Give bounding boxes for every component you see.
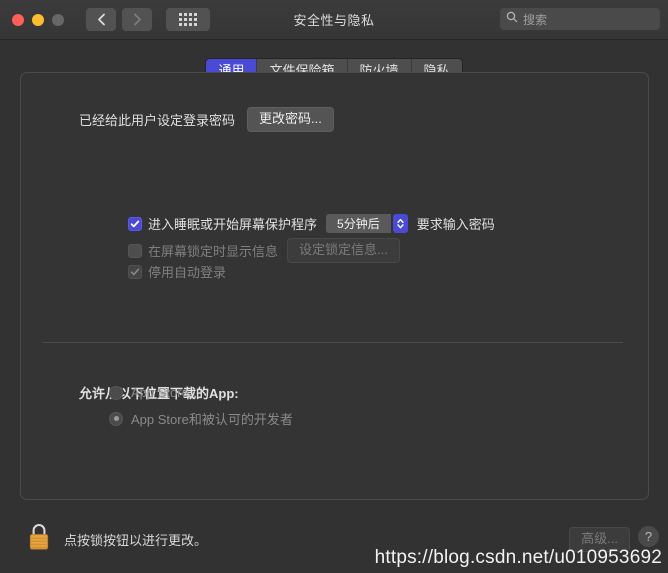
require-password-prefix-label: 进入睡眠或开始屏幕保护程序 (148, 217, 318, 232)
advanced-button[interactable]: 高级... (569, 527, 630, 552)
help-button[interactable]: ? (638, 526, 659, 547)
general-settings-panel: 已经给此用户设定登录密码 更改密码... 进入睡眠或开始屏幕保护程序 5分钟后 … (20, 72, 649, 500)
radio-app-store-label: App Store (131, 385, 189, 400)
radio-selected-dot (113, 416, 119, 421)
disable-auto-login-row: 停用自动登录 (128, 262, 235, 281)
search-input[interactable]: 搜索 (500, 8, 660, 30)
minimize-button[interactable] (32, 13, 44, 26)
chevron-right-icon (133, 13, 142, 26)
radio-app-store[interactable] (109, 385, 123, 400)
require-password-checkbox[interactable] (128, 216, 142, 231)
disable-auto-login-checkbox[interactable] (128, 264, 142, 279)
navigation-button-group (86, 8, 152, 31)
login-password-row: 已经给此用户设定登录密码 更改密码... (79, 107, 334, 132)
lock-message-checkbox[interactable] (128, 243, 142, 258)
forward-button[interactable] (122, 8, 152, 31)
search-placeholder: 搜索 (523, 12, 548, 27)
section-divider (43, 342, 623, 343)
password-delay-dropdown[interactable]: 5分钟后 (326, 214, 408, 233)
require-password-suffix-label: 要求输入密码 (416, 217, 495, 232)
require-password-row: 进入睡眠或开始屏幕保护程序 5分钟后 要求输入密码 (128, 214, 504, 233)
lock-message-label: 在屏幕锁定时显示信息 (148, 244, 279, 259)
password-status-label: 已经给此用户设定登录密码 (79, 113, 236, 128)
download-option-identified-developers-row[interactable]: App Store和被认可的开发者 (109, 409, 293, 428)
back-button[interactable] (86, 8, 116, 31)
download-option-app-store-row[interactable]: App Store (109, 385, 189, 400)
footer-bar: 点按锁按钮以进行更改。 高级... ? https://blog.csdn.ne… (0, 508, 668, 573)
set-lock-message-button[interactable]: 设定锁定信息... (287, 238, 400, 263)
radio-app-store-and-identified-developers[interactable] (109, 411, 123, 426)
close-button[interactable] (12, 13, 24, 26)
search-icon (506, 10, 518, 28)
traffic-light-group (12, 13, 64, 26)
system-preferences-window: 安全性与隐私 搜索 通用 文件保险箱 防火墙 隐私 已经给此用户设定登录密码 更… (0, 0, 668, 573)
password-delay-value: 5分钟后 (326, 214, 391, 233)
zoom-button[interactable] (52, 13, 64, 26)
disable-auto-login-label: 停用自动登录 (148, 265, 227, 280)
chevron-left-icon (97, 13, 106, 26)
lock-message-text: 点按锁按钮以进行更改。 (64, 532, 208, 548)
chevron-updown-icon[interactable] (392, 214, 408, 233)
show-all-button[interactable] (166, 8, 210, 31)
window-titlebar: 安全性与隐私 搜索 (0, 0, 668, 40)
change-password-button[interactable]: 更改密码... (247, 107, 334, 132)
lock-closed-icon[interactable] (27, 522, 51, 556)
lock-group: 点按锁按钮以进行更改。 (27, 522, 207, 556)
grid-icon (179, 13, 197, 26)
radio-identified-developers-label: App Store和被认可的开发者 (131, 412, 293, 427)
lock-message-row: 在屏幕锁定时显示信息 设定锁定信息... (128, 238, 400, 263)
